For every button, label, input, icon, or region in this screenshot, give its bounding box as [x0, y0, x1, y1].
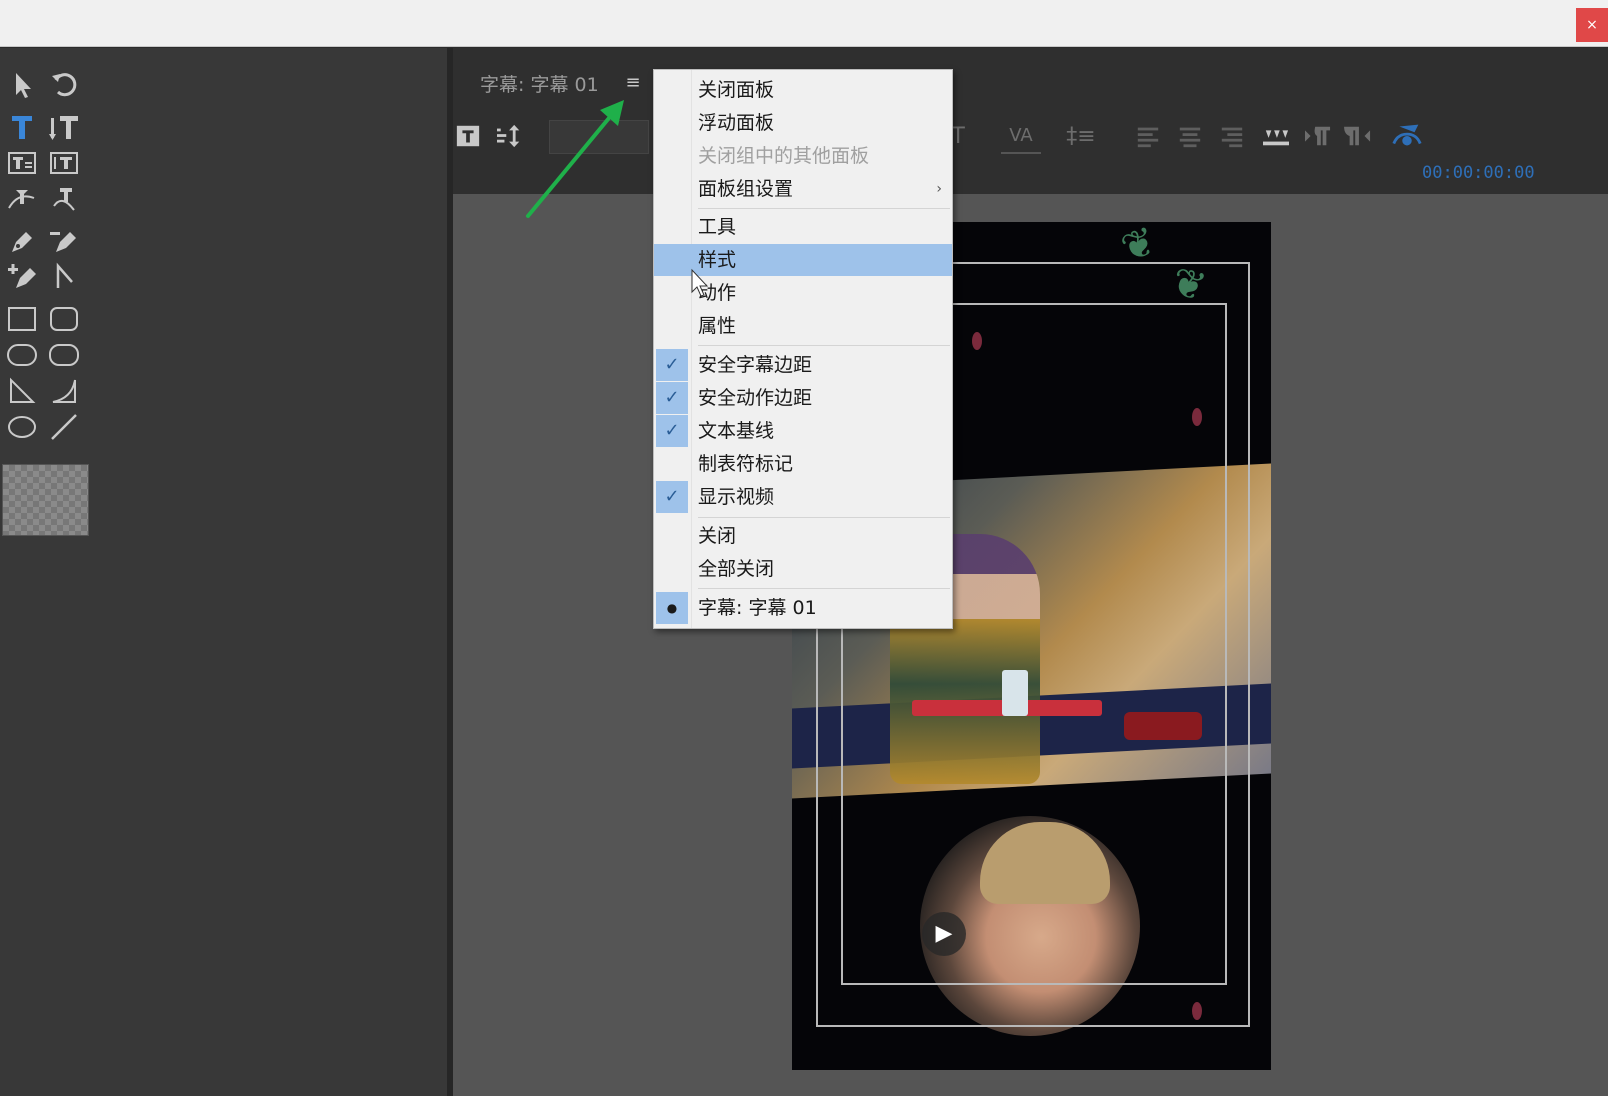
tab-stops-icon[interactable] [1259, 118, 1293, 154]
wedge-icon[interactable] [4, 374, 40, 408]
menu-item-current-title[interactable]: ● 字幕: 字幕 01 [654, 592, 952, 624]
menu-item-label: 字幕: 字幕 01 [698, 597, 817, 619]
menu-item-label: 安全字幕边距 [698, 354, 813, 376]
check-icon: ✓ [656, 415, 688, 447]
arc-icon[interactable] [46, 374, 82, 408]
window-title-bar: × [0, 0, 1608, 47]
bullet-icon: ● [656, 592, 688, 624]
menu-item-tools[interactable]: 工具 [654, 211, 952, 243]
kerning-icon[interactable]: VA [1001, 118, 1041, 154]
rounded-rectangle-icon[interactable] [46, 302, 82, 336]
menu-item-label: 面板组设置 [698, 178, 794, 200]
rectangle-icon[interactable] [4, 302, 40, 336]
area-type-icon[interactable] [4, 146, 40, 180]
line-icon[interactable] [46, 410, 82, 444]
vertical-type-tool-icon[interactable] [46, 110, 82, 144]
timecode[interactable]: 00:00:00:00 [1422, 163, 1535, 183]
ellipse-icon[interactable] [4, 410, 40, 444]
align-left-icon[interactable] [1133, 118, 1163, 154]
vertical-area-type-icon[interactable] [46, 146, 82, 180]
panel-context-menu: 关闭面板 浮动面板 关闭组中的其他面板 面板组设置 › 工具 样式 动作 属性 … [653, 69, 953, 629]
menu-item-close-panel[interactable]: 关闭面板 [654, 74, 952, 106]
clipped-rectangle-icon[interactable] [4, 338, 40, 372]
path-type-icon[interactable] [4, 182, 40, 216]
rounded-corner-rectangle-icon[interactable] [46, 338, 82, 372]
window-close-button[interactable]: × [1576, 8, 1608, 42]
menu-item-show-video[interactable]: ✓ 显示视频 [654, 481, 952, 513]
check-icon: ✓ [656, 382, 688, 414]
menu-item-panel-group-settings[interactable]: 面板组设置 › [654, 173, 952, 205]
menu-item-label: 文本基线 [698, 420, 775, 442]
chevron-right-icon: › [936, 181, 942, 197]
menu-separator [698, 345, 950, 346]
menu-item-label: 安全动作边距 [698, 387, 813, 409]
convert-anchor-icon[interactable] [46, 260, 82, 294]
menu-item-text-baselines[interactable]: ✓ 文本基线 [654, 415, 952, 447]
delete-anchor-icon[interactable] [46, 224, 82, 258]
panel-title-tab[interactable]: 字幕: 字幕 01 [480, 70, 599, 97]
tab-right-icon[interactable] [1341, 118, 1375, 154]
menu-item-tab-markers[interactable]: 制表符标记 [654, 448, 952, 480]
menu-item-float-panel[interactable]: 浮动面板 [654, 107, 952, 139]
tab-left-icon[interactable] [1301, 118, 1335, 154]
check-icon: ✓ [656, 349, 688, 381]
rotate-icon[interactable] [46, 68, 82, 102]
add-anchor-icon[interactable] [4, 260, 40, 294]
menu-item-close-other-panels: 关闭组中的其他面板 [698, 145, 870, 167]
menu-item-safe-action-margin[interactable]: ✓ 安全动作边距 [654, 382, 952, 414]
menu-item-safe-title-margin[interactable]: ✓ 安全字幕边距 [654, 349, 952, 381]
menu-separator [698, 517, 950, 518]
menu-item-label: 显示视频 [698, 486, 775, 508]
menu-separator [698, 588, 950, 589]
leading-icon[interactable]: ‡≡ [1061, 118, 1101, 154]
mouse-cursor-icon [691, 268, 709, 297]
style-swatch-preview[interactable] [2, 464, 89, 536]
pen-icon[interactable] [4, 224, 40, 258]
selection-icon[interactable] [4, 68, 40, 102]
show-background-video-icon[interactable] [1389, 118, 1425, 154]
menu-item-close-all[interactable]: 全部关闭 [654, 553, 952, 585]
menu-separator [698, 208, 950, 209]
vertical-path-type-icon[interactable] [46, 182, 82, 216]
type-tool-icon[interactable] [4, 110, 40, 144]
check-icon: ✓ [656, 481, 688, 513]
align-right-icon[interactable] [1217, 118, 1247, 154]
align-center-icon[interactable] [1175, 118, 1205, 154]
annotation-arrow-icon [526, 100, 624, 218]
menu-item-properties[interactable]: 属性 [654, 310, 952, 342]
menu-item-close[interactable]: 关闭 [654, 520, 952, 552]
title-tools-panel [0, 48, 453, 1096]
panel-menu-button[interactable]: ≡ [623, 72, 643, 94]
new-title-icon[interactable] [453, 118, 483, 154]
